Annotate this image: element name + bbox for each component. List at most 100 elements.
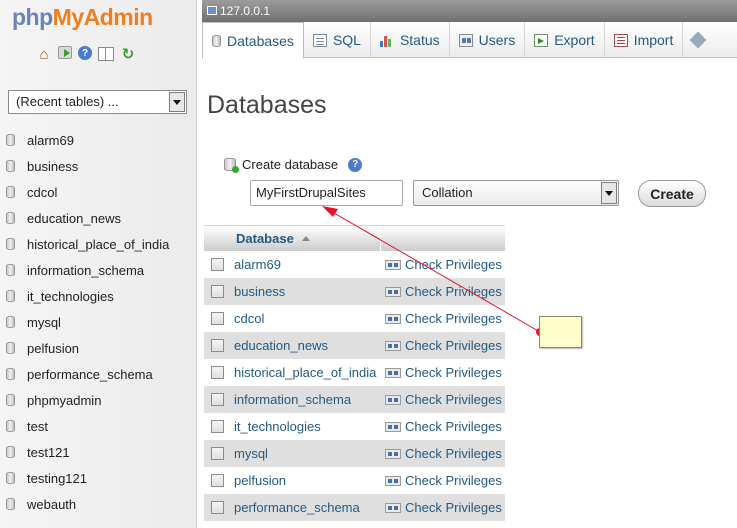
tab-sql[interactable]: SQL — [304, 22, 371, 58]
tab-label: Users — [478, 32, 516, 48]
nav-database-label[interactable]: phpmyadmin — [27, 393, 101, 408]
check-privileges-link[interactable]: Check Privileges — [385, 257, 502, 272]
nav-database-label[interactable]: mysql — [27, 315, 61, 330]
database-icon — [6, 290, 15, 302]
nav-database-item[interactable]: alarm69 — [0, 127, 196, 153]
collation-select[interactable]: Collation — [413, 180, 619, 206]
row-checkbox[interactable] — [211, 339, 224, 352]
row-checkbox[interactable] — [211, 366, 224, 379]
check-privileges-label: Check Privileges — [405, 446, 502, 461]
table-row: pelfusion Check Privileges — [204, 467, 505, 494]
annotation-note[interactable] — [539, 316, 582, 348]
server-label[interactable]: 127.0.0.1 — [220, 4, 270, 18]
row-checkbox[interactable] — [211, 474, 224, 487]
database-name-input[interactable]: MyFirstDrupalSites — [250, 180, 403, 206]
documentation-icon[interactable] — [98, 46, 114, 62]
nav-database-label[interactable]: pelfusion — [27, 341, 79, 356]
check-privileges-link[interactable]: Check Privileges — [385, 446, 502, 461]
databases-table: Database alarm69 Check Privileges busines… — [204, 225, 505, 521]
nav-database-item[interactable]: business — [0, 153, 196, 179]
database-link[interactable]: performance_schema — [234, 500, 383, 515]
check-privileges-link[interactable]: Check Privileges — [385, 311, 502, 326]
nav-database-label[interactable]: education_news — [27, 211, 121, 226]
row-checkbox[interactable] — [211, 312, 224, 325]
database-link[interactable]: mysql — [234, 446, 383, 461]
phpmyadmin-logo[interactable]: phpMyAdmin — [12, 4, 153, 31]
tab-more[interactable] — [683, 22, 713, 58]
nav-database-label[interactable]: information_schema — [27, 263, 144, 278]
nav-database-item[interactable]: testing121 — [0, 465, 196, 491]
nav-icon-bar: ⌂ ? ↻ — [36, 46, 136, 64]
check-privileges-link[interactable]: Check Privileges — [385, 473, 502, 488]
sort-ascending-icon[interactable] — [301, 236, 310, 241]
check-privileges-label: Check Privileges — [405, 311, 502, 326]
nav-database-label[interactable]: test — [27, 419, 48, 434]
tab-export[interactable]: Export — [525, 22, 605, 58]
database-link[interactable]: education_news — [234, 338, 383, 353]
chevron-down-icon[interactable] — [169, 92, 185, 112]
nav-database-item[interactable]: phpmyadmin — [0, 387, 196, 413]
database-icon — [6, 420, 15, 432]
row-checkbox[interactable] — [211, 447, 224, 460]
nav-database-label[interactable]: testing121 — [27, 471, 87, 486]
nav-database-label[interactable]: webauth — [27, 497, 76, 512]
database-link[interactable]: historical_place_of_india — [234, 365, 383, 380]
nav-database-item[interactable]: cdcol — [0, 179, 196, 205]
logout-icon[interactable] — [58, 46, 72, 59]
nav-database-item[interactable]: mysql — [0, 309, 196, 335]
nav-database-label[interactable]: business — [27, 159, 78, 174]
database-icon — [6, 134, 15, 146]
check-privileges-link[interactable]: Check Privileges — [385, 500, 502, 515]
table-row: it_technologies Check Privileges — [204, 413, 505, 440]
nav-database-item[interactable]: information_schema — [0, 257, 196, 283]
database-link[interactable]: cdcol — [234, 311, 383, 326]
help-icon[interactable]: ? — [78, 46, 92, 60]
recent-tables-select[interactable]: (Recent tables) ... — [8, 90, 187, 114]
nav-database-label[interactable]: performance_schema — [27, 367, 153, 382]
check-privileges-label: Check Privileges — [405, 473, 502, 488]
nav-database-label[interactable]: test121 — [27, 445, 70, 460]
database-link[interactable]: pelfusion — [234, 473, 383, 488]
check-privileges-link[interactable]: Check Privileges — [385, 419, 502, 434]
tab-import[interactable]: Import — [605, 22, 684, 58]
row-checkbox[interactable] — [211, 285, 224, 298]
tab-status[interactable]: Status — [371, 22, 450, 58]
database-link[interactable]: alarm69 — [234, 257, 383, 272]
tab-users[interactable]: Users — [450, 22, 526, 58]
database-column-header[interactable]: Database — [230, 225, 381, 252]
nav-database-item[interactable]: webauth — [0, 491, 196, 517]
export-icon — [534, 33, 549, 47]
nav-database-item[interactable]: pelfusion — [0, 335, 196, 361]
check-privileges-link[interactable]: Check Privileges — [385, 365, 502, 380]
database-link[interactable]: business — [234, 284, 383, 299]
nav-database-item[interactable]: education_news — [0, 205, 196, 231]
nav-database-label[interactable]: historical_place_of_india — [27, 237, 169, 252]
create-database-heading: Create database ? — [224, 157, 363, 173]
home-icon[interactable]: ⌂ — [36, 46, 52, 63]
create-button[interactable]: Create — [638, 180, 706, 207]
check-privileges-link[interactable]: Check Privileges — [385, 284, 502, 299]
row-checkbox[interactable] — [211, 393, 224, 406]
check-privileges-label: Check Privileges — [405, 338, 502, 353]
nav-database-label[interactable]: it_technologies — [27, 289, 114, 304]
database-link[interactable]: it_technologies — [234, 419, 383, 434]
nav-database-item[interactable]: historical_place_of_india — [0, 231, 196, 257]
column-header-label: Database — [236, 230, 294, 246]
check-privileges-link[interactable]: Check Privileges — [385, 392, 502, 407]
reload-icon[interactable]: ↻ — [120, 46, 136, 63]
nav-database-item[interactable]: performance_schema — [0, 361, 196, 387]
nav-database-item[interactable]: test — [0, 413, 196, 439]
chevron-down-icon[interactable] — [601, 182, 617, 204]
nav-database-label[interactable]: alarm69 — [27, 133, 74, 148]
nav-database-item[interactable]: test121 — [0, 439, 196, 465]
row-checkbox[interactable] — [211, 501, 224, 514]
help-icon[interactable]: ? — [348, 157, 363, 172]
check-privileges-link[interactable]: Check Privileges — [385, 338, 502, 353]
tab-databases[interactable]: Databases — [202, 22, 304, 59]
row-checkbox[interactable] — [211, 420, 224, 433]
nav-database-label[interactable]: cdcol — [27, 185, 57, 200]
database-link[interactable]: information_schema — [234, 392, 383, 407]
nav-database-item[interactable]: it_technologies — [0, 283, 196, 309]
row-checkbox[interactable] — [211, 258, 224, 271]
check-privileges-label: Check Privileges — [405, 500, 502, 515]
